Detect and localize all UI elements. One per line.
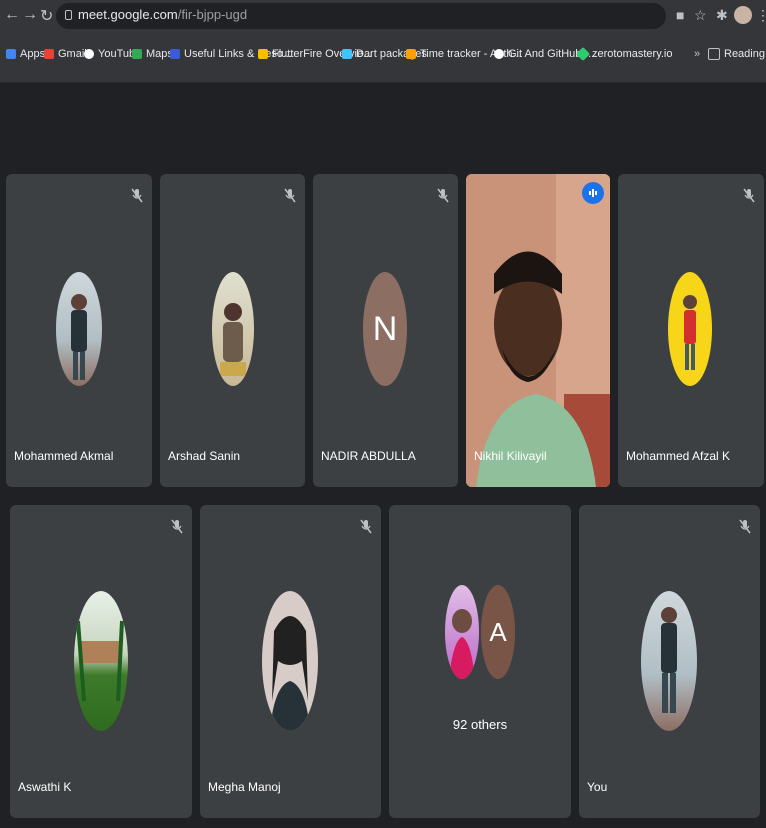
avatar bbox=[445, 585, 479, 679]
back-icon[interactable]: ← bbox=[4, 6, 20, 24]
avatar bbox=[668, 272, 712, 386]
mic-off-icon bbox=[743, 188, 755, 203]
participant-tile-speaking[interactable]: Nikhil Kilivayil bbox=[466, 174, 610, 487]
participant-tile[interactable]: Mohammed Afzal K bbox=[618, 174, 764, 487]
speaking-indicator-icon bbox=[582, 182, 604, 204]
bookmark-label: Gmail bbox=[58, 48, 87, 60]
bookmark-gmail[interactable]: Gmail bbox=[44, 48, 87, 60]
browser-toolbar: ← → ↻ meet.google.com/fir-bjpp-ugd ■ ☆ ✱… bbox=[0, 0, 766, 34]
doc-icon bbox=[170, 49, 180, 59]
bookmark-label: Apps bbox=[20, 48, 46, 60]
flutterfire-icon bbox=[258, 49, 268, 59]
apps-grid-icon bbox=[6, 49, 16, 59]
avatar bbox=[212, 272, 254, 386]
ztm-icon bbox=[575, 46, 591, 62]
menu-icon[interactable]: ⋮ bbox=[756, 7, 766, 24]
others-tile[interactable]: A 92 others bbox=[389, 505, 571, 818]
participant-name: Arshad Sanin bbox=[168, 449, 241, 463]
participant-tile[interactable]: Arshad Sanin bbox=[160, 174, 305, 487]
youtube-icon bbox=[84, 49, 94, 59]
forward-icon[interactable]: → bbox=[22, 6, 38, 24]
participant-tile[interactable]: Aswathi K bbox=[10, 505, 192, 818]
bookmarks-bar: Apps Gmail YouTube Maps Useful Links & R… bbox=[0, 34, 766, 83]
star-icon[interactable]: ☆ bbox=[694, 7, 707, 24]
url-path: /fir-bjpp-ugd bbox=[177, 7, 248, 22]
maps-icon bbox=[132, 49, 142, 59]
lock-icon bbox=[65, 10, 72, 20]
participant-name: Megha Manoj bbox=[208, 780, 281, 794]
mic-off-icon bbox=[360, 519, 372, 534]
bookmarks-overflow[interactable]: » bbox=[694, 48, 700, 60]
bookmark-label: Maps bbox=[146, 48, 173, 60]
avatar bbox=[641, 591, 697, 731]
participant-tile[interactable]: N NADIR ABDULLA bbox=[313, 174, 458, 487]
mic-off-icon bbox=[437, 188, 449, 203]
others-count: 92 others bbox=[452, 717, 508, 732]
participant-video bbox=[466, 174, 610, 487]
github-icon bbox=[494, 49, 504, 59]
bookmark-zerotomastery[interactable]: zerotomastery.io bbox=[575, 46, 673, 62]
bookmark-maps[interactable]: Maps bbox=[132, 48, 173, 60]
camera-permission-icon[interactable]: ■ bbox=[676, 7, 684, 23]
url-host: meet.google.com bbox=[78, 7, 178, 22]
participant-tile[interactable]: Megha Manoj bbox=[200, 505, 381, 818]
mic-off-icon bbox=[739, 519, 751, 534]
extensions-icon[interactable]: ✱ bbox=[716, 7, 728, 24]
avatar bbox=[262, 591, 318, 731]
avatar-letter: A bbox=[481, 585, 515, 679]
bookmark-reading-list[interactable]: Reading list bbox=[708, 48, 766, 60]
avatar-letter: N bbox=[363, 272, 407, 386]
profile-avatar[interactable] bbox=[734, 6, 752, 24]
mic-off-icon bbox=[131, 188, 143, 203]
flame-icon bbox=[406, 49, 416, 59]
gmail-icon bbox=[44, 49, 54, 59]
mic-off-icon bbox=[171, 519, 183, 534]
bookmark-label: Reading list bbox=[724, 48, 766, 60]
participant-name: Aswathi K bbox=[18, 780, 72, 794]
mic-off-icon bbox=[284, 188, 296, 203]
reload-icon[interactable]: ↻ bbox=[40, 6, 53, 26]
dart-icon bbox=[342, 49, 352, 59]
bookmark-apps[interactable]: Apps bbox=[6, 48, 45, 60]
address-bar[interactable]: meet.google.com/fir-bjpp-ugd bbox=[56, 3, 666, 29]
participant-tile[interactable]: Mohammed Akmal bbox=[6, 174, 152, 487]
participant-name: You bbox=[587, 780, 608, 794]
participant-name: Nikhil Kilivayil bbox=[474, 449, 547, 463]
participant-name: Mohammed Afzal K bbox=[626, 449, 731, 463]
participant-name: Mohammed Akmal bbox=[14, 449, 114, 463]
bookmark-label: zerotomastery.io bbox=[592, 48, 673, 60]
url-text: meet.google.com/fir-bjpp-ugd bbox=[78, 7, 247, 22]
participant-tile-self[interactable]: You bbox=[579, 505, 760, 818]
avatar bbox=[56, 272, 102, 386]
reading-list-icon bbox=[708, 48, 720, 60]
avatar bbox=[74, 591, 128, 731]
participant-name: NADIR ABDULLA bbox=[321, 449, 416, 463]
